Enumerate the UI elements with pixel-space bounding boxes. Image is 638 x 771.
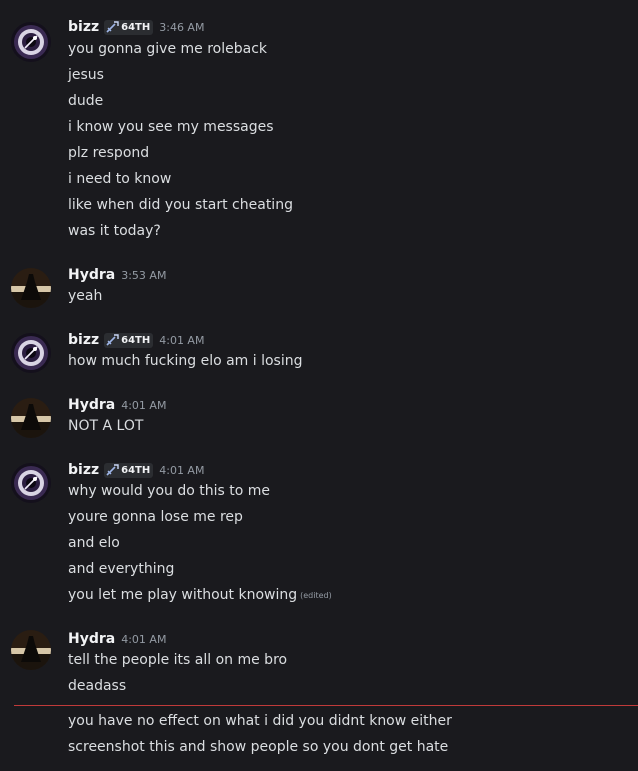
cloaked-figure-avatar-icon	[11, 630, 51, 670]
guild-tag[interactable]: 64TH	[104, 332, 154, 348]
username[interactable]: Hydra	[68, 631, 115, 647]
message-text[interactable]: and everything	[68, 558, 174, 580]
bizz-avatar[interactable]	[11, 463, 51, 503]
guild-tag-label: 64TH	[121, 464, 151, 476]
message-text[interactable]: you have no effect on what i did you did…	[68, 710, 452, 732]
message-header: bizz 64TH 4:01 AM	[68, 461, 204, 479]
cloaked-figure-avatar-icon	[11, 268, 51, 308]
message-text[interactable]: dude	[68, 90, 103, 112]
cloaked-figure-avatar-icon	[11, 398, 51, 438]
message-header: Hydra 4:01 AM	[68, 396, 166, 414]
message-text[interactable]: how much fucking elo am i losing	[68, 350, 303, 372]
sword-icon	[106, 21, 119, 33]
eye-avatar-icon	[11, 463, 51, 503]
message-text[interactable]: tell the people its all on me bro	[68, 649, 287, 671]
hydra-avatar[interactable]	[11, 630, 51, 670]
timestamp[interactable]: 3:53 AM	[121, 269, 166, 282]
message-text: you let me play without knowing	[68, 587, 298, 603]
message-text-edited[interactable]: you let me play without knowing (edited)	[68, 584, 332, 606]
guild-tag-label: 64TH	[121, 334, 151, 346]
message-header: bizz 64TH 4:01 AM	[68, 331, 204, 349]
timestamp[interactable]: 4:01 AM	[159, 464, 204, 477]
message-text[interactable]: i need to know	[68, 168, 171, 190]
message-text[interactable]: was it today?	[68, 220, 161, 242]
guild-tag-label: 64TH	[121, 21, 151, 33]
timestamp[interactable]: 4:01 AM	[121, 399, 166, 412]
bizz-avatar[interactable]	[11, 22, 51, 62]
message-header: Hydra 3:53 AM	[68, 266, 166, 284]
eye-avatar-icon	[11, 333, 51, 373]
message-header: bizz 64TH 3:46 AM	[68, 18, 204, 36]
message-text[interactable]: jesus	[68, 64, 104, 86]
sword-icon	[106, 464, 119, 476]
message-header: Hydra 4:01 AM	[68, 630, 166, 648]
message-text[interactable]: NOT A LOT	[68, 415, 143, 437]
message-text[interactable]: yeah	[68, 285, 102, 307]
username[interactable]: bizz	[68, 462, 99, 478]
hydra-avatar[interactable]	[11, 398, 51, 438]
timestamp[interactable]: 4:01 AM	[121, 633, 166, 646]
username[interactable]: Hydra	[68, 397, 115, 413]
message-text[interactable]: screenshot this and show people so you d…	[68, 736, 448, 758]
bizz-avatar[interactable]	[11, 333, 51, 373]
message-text[interactable]: and elo	[68, 532, 120, 554]
timestamp[interactable]: 4:01 AM	[159, 334, 204, 347]
hydra-avatar[interactable]	[11, 268, 51, 308]
message-text[interactable]: like when did you start cheating	[68, 194, 293, 216]
username[interactable]: Hydra	[68, 267, 115, 283]
message-text[interactable]: youre gonna lose me rep	[68, 506, 243, 528]
username[interactable]: bizz	[68, 19, 99, 35]
edited-label: (edited)	[300, 591, 332, 600]
sword-icon	[106, 334, 119, 346]
message-text[interactable]: plz respond	[68, 142, 149, 164]
guild-tag[interactable]: 64TH	[104, 462, 154, 478]
message-text[interactable]: you gonna give me roleback	[68, 38, 267, 60]
username[interactable]: bizz	[68, 332, 99, 348]
message-text[interactable]: deadass	[68, 675, 126, 697]
guild-tag[interactable]: 64TH	[104, 19, 154, 35]
eye-avatar-icon	[11, 22, 51, 62]
message-text[interactable]: why would you do this to me	[68, 480, 270, 502]
message-text[interactable]: i know you see my messages	[68, 116, 274, 138]
timestamp[interactable]: 3:46 AM	[159, 21, 204, 34]
new-messages-divider	[14, 705, 638, 706]
